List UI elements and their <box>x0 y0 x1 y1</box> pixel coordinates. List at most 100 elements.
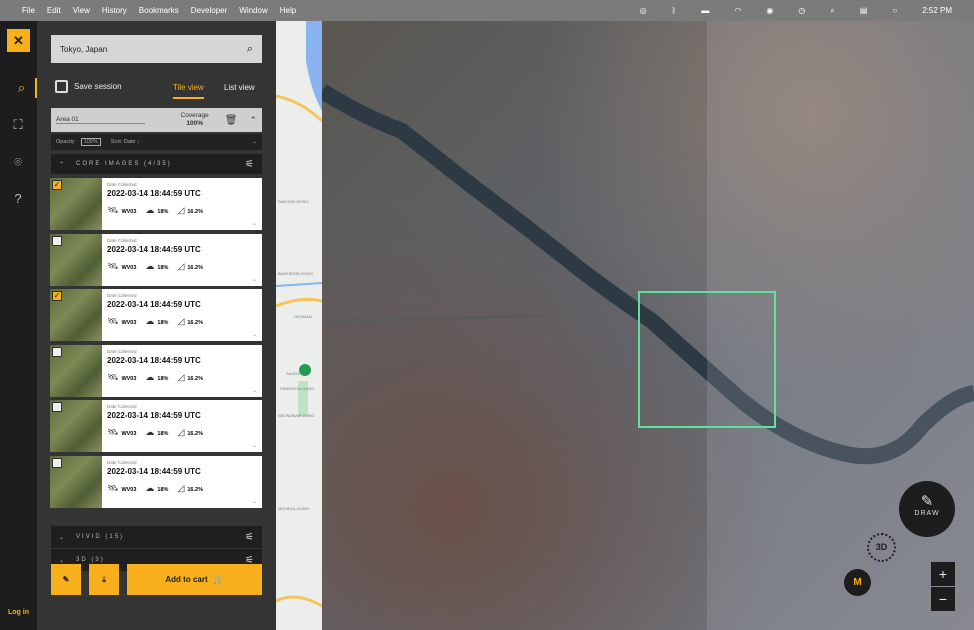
image-details: Date Collected 2022-03-14 18:44:59 UTC 🛰… <box>102 344 262 397</box>
image-card[interactable]: ✓ Date Collected 2022-03-14 18:44:59 UTC… <box>50 178 262 230</box>
cloud: ☁ 18% <box>145 316 168 327</box>
clock[interactable]: 2:52 PM <box>922 6 952 15</box>
tab-list-view[interactable]: List view <box>224 83 255 92</box>
zoom-in-button[interactable]: + <box>931 562 955 586</box>
cloud-icon: ☁ <box>145 316 155 327</box>
sensor: 🛰 WV03 <box>107 261 136 272</box>
select-checkbox[interactable]: ✓ <box>52 180 62 190</box>
cloud-value: 18% <box>157 264 169 271</box>
user-icon[interactable]: ◉ <box>766 6 773 15</box>
opacity-input[interactable]: 100% <box>80 138 101 146</box>
edit-button[interactable]: ✎ <box>51 564 81 595</box>
image-card[interactable]: Date Collected 2022-03-14 18:44:59 UTC 🛰… <box>50 456 262 508</box>
siri-icon[interactable]: ○ <box>892 6 897 15</box>
menu-file[interactable]: File <box>22 6 35 15</box>
angle-value: 16.2% <box>187 487 203 493</box>
chevron-down-icon[interactable]: ⌄ <box>252 331 257 338</box>
image-thumbnail <box>50 456 102 508</box>
sort-select[interactable]: Sort: Date ↓ <box>111 139 140 145</box>
search-icon[interactable]: ⌕ <box>830 6 834 16</box>
tab-tile-view[interactable]: Tile view <box>173 83 204 99</box>
select-checkbox[interactable] <box>52 402 62 413</box>
chevron-down-icon[interactable]: ⌄ <box>252 498 257 505</box>
battery-icon[interactable]: ▬ <box>701 6 709 15</box>
image-thumbnail <box>50 233 102 286</box>
satellite-icon: 🛰 <box>107 260 119 271</box>
trash-icon[interactable]: 🗑 <box>225 115 238 126</box>
angle-value: 16.2% <box>187 431 203 438</box>
bluetooth-icon[interactable]: ᛒ <box>672 6 677 15</box>
pencil-icon: ✎ <box>920 493 934 510</box>
select-checkbox[interactable] <box>52 235 62 246</box>
search-input[interactable]: Tokyo, Japan ⌕ <box>51 35 262 63</box>
menu-history[interactable]: History <box>102 6 127 15</box>
pin-nav-icon[interactable]: ⌾ <box>8 152 28 172</box>
area-header: Area 01 Coverage 100% 🗑 ⌃ <box>51 108 262 132</box>
menu-bookmarks[interactable]: Bookmarks <box>139 6 179 15</box>
coverage: Coverage 100% <box>181 112 209 128</box>
image-card[interactable]: Date Collected 2022-03-14 18:44:59 UTC 🛰… <box>50 233 262 286</box>
section-core-images[interactable]: ⌃ CORE IMAGES (4/35) ⚟ <box>51 154 262 174</box>
menu-help[interactable]: Help <box>280 6 296 15</box>
search-nav-icon[interactable]: ⌕ <box>8 78 37 98</box>
search-icon[interactable]: ⌕ <box>247 43 253 56</box>
angle-value: 16.2% <box>187 264 203 271</box>
menu-view[interactable]: View <box>73 6 90 15</box>
control-center-icon[interactable]: ▤ <box>860 6 868 15</box>
filter-icon[interactable]: ⚟ <box>245 532 254 543</box>
area-of-interest-box[interactable] <box>638 291 776 428</box>
image-card[interactable]: Date Collected 2022-03-14 18:44:59 UTC 🛰… <box>50 400 262 453</box>
time-machine-icon[interactable]: ◷ <box>798 6 805 15</box>
filter-icon[interactable]: ⚟ <box>245 159 254 170</box>
chevron-up-icon[interactable]: ⌃ <box>249 115 257 126</box>
street-map[interactable]: DAEGOK-DONG BAEKSEOK-DONG GEOMAN SAJEONG… <box>276 21 322 630</box>
chevron-down-icon[interactable]: ⌄ <box>252 276 257 283</box>
login-link[interactable]: Log in <box>8 609 29 616</box>
select-checkbox[interactable]: ✓ <box>52 291 62 302</box>
date-label: Date Collected <box>107 460 137 465</box>
3d-toggle[interactable]: 3D <box>867 533 896 562</box>
add-to-cart-button[interactable]: Add to cart 🛒 <box>127 564 262 595</box>
map-label: GEOMAN <box>294 314 312 319</box>
section-vivid[interactable]: ⌄ VIVID (15) ⚟ <box>51 526 262 548</box>
crop-nav-icon[interactable]: ⛶ <box>8 115 28 135</box>
help-nav-icon[interactable]: ? <box>8 189 28 209</box>
download-button[interactable]: ⤓ <box>89 564 119 595</box>
map-mode-button[interactable]: M <box>844 569 871 596</box>
save-session-button[interactable]: Save session <box>55 80 122 93</box>
logo-icon[interactable]: ✕ <box>7 29 30 52</box>
search-value: Tokyo, Japan <box>60 44 108 54</box>
angle: ◿ 16.2% <box>177 316 203 327</box>
section-label: CORE IMAGES (4/35) <box>76 161 172 167</box>
sensor: 🛰 WV03 <box>107 427 136 438</box>
chevron-down-icon[interactable]: ⌄ <box>252 139 257 145</box>
image-details: Date Collected 2022-03-14 18:44:59 UTC 🛰… <box>102 233 262 286</box>
chevron-down-icon[interactable]: ⌄ <box>252 387 257 394</box>
section-label: 3D (3) <box>76 557 105 563</box>
map-label: BAEKSEOK-DONG <box>278 271 314 276</box>
draw-button[interactable]: ✎ DRAW <box>899 481 955 537</box>
select-checkbox[interactable] <box>52 346 62 357</box>
date-value: 2022-03-14 18:44:59 UTC <box>107 244 201 254</box>
select-checkbox[interactable] <box>52 458 62 468</box>
angle-value: 16.2% <box>187 375 203 382</box>
floppy-icon <box>55 80 68 93</box>
angle-icon: ◿ <box>177 316 185 327</box>
wifi-icon[interactable]: ◠ <box>734 6 741 15</box>
area-name[interactable]: Area 01 <box>56 116 145 124</box>
chevron-down-icon[interactable]: ⌄ <box>252 442 257 449</box>
chevron-down-icon[interactable]: ⌄ <box>252 220 257 227</box>
cloud-value: 18% <box>157 431 169 438</box>
status-icon[interactable]: ◎ <box>640 6 647 15</box>
cloud-value: 18% <box>157 487 169 493</box>
image-card[interactable]: ✓ Date Collected 2022-03-14 18:44:59 UTC… <box>50 289 262 342</box>
cart-icon: 🛒 <box>213 575 224 584</box>
download-icon: ⤓ <box>102 574 106 584</box>
zoom-out-button[interactable]: − <box>931 587 955 611</box>
menu-window[interactable]: Window <box>239 6 267 15</box>
image-card[interactable]: Date Collected 2022-03-14 18:44:59 UTC 🛰… <box>50 344 262 397</box>
menu-edit[interactable]: Edit <box>47 6 61 15</box>
cloud: ☁ 18% <box>145 205 168 216</box>
nav-rail: ✕ ⌕ ⛶ ⌾ ? Log in <box>0 21 37 630</box>
menu-developer[interactable]: Developer <box>191 6 227 15</box>
